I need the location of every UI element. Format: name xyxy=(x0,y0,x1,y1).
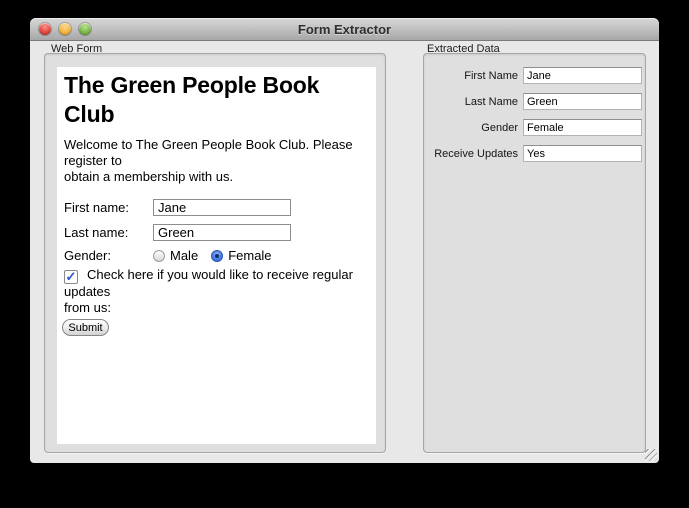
radio-female-label[interactable]: Female xyxy=(228,248,271,263)
last-name-input[interactable] xyxy=(153,224,291,241)
window-content: Web Form The Green People BookClub Welco… xyxy=(30,40,659,463)
radio-male[interactable] xyxy=(153,250,165,262)
extracted-row-gender: Gender xyxy=(424,119,645,136)
last-name-row: Last name: xyxy=(64,223,366,242)
extracted-receive-updates-label: Receive Updates xyxy=(424,148,523,160)
updates-checkbox-row: ✓Check here if you would like to receive… xyxy=(64,267,366,316)
window-title: Form Extractor xyxy=(30,22,659,37)
extracted-row-first-name: First Name xyxy=(424,67,645,84)
web-page: The Green People BookClub Welcome to The… xyxy=(57,67,376,444)
extracted-first-name-field[interactable] xyxy=(523,67,642,84)
gender-label: Gender: xyxy=(64,248,153,263)
extracted-first-name-label: First Name xyxy=(424,70,523,82)
intro-text: Welcome to The Green People Book Club. P… xyxy=(64,137,366,185)
first-name-input[interactable] xyxy=(153,199,291,216)
resize-grip-icon[interactable] xyxy=(645,449,657,461)
radio-female[interactable] xyxy=(211,250,223,262)
first-name-label: First name: xyxy=(64,200,153,215)
extracted-row-last-name: Last Name xyxy=(424,93,645,110)
submit-button[interactable]: Submit xyxy=(62,319,109,336)
first-name-row: First name: xyxy=(64,198,366,217)
gender-row: Gender: Male Female xyxy=(64,248,366,263)
app-window: Form Extractor Web Form The Green People… xyxy=(30,18,659,463)
extracted-gender-label: Gender xyxy=(424,122,523,134)
web-form-panel: The Green People BookClub Welcome to The… xyxy=(44,53,386,453)
checkmark-icon: ✓ xyxy=(66,269,77,284)
title-bar[interactable]: Form Extractor xyxy=(30,18,659,41)
radio-male-label[interactable]: Male xyxy=(170,248,198,263)
extracted-last-name-field[interactable] xyxy=(523,93,642,110)
extracted-gender-field[interactable] xyxy=(523,119,642,136)
updates-label: Check here if you would like to receive … xyxy=(64,267,353,315)
page-title: The Green People BookClub xyxy=(64,71,366,129)
extracted-data-panel: First Name Last Name Gender Receive Upda… xyxy=(423,53,646,453)
updates-checkbox[interactable]: ✓ xyxy=(64,270,78,284)
last-name-label: Last name: xyxy=(64,225,153,240)
extracted-last-name-label: Last Name xyxy=(424,96,523,108)
extracted-row-receive-updates: Receive Updates xyxy=(424,145,645,162)
extracted-receive-updates-field[interactable] xyxy=(523,145,642,162)
